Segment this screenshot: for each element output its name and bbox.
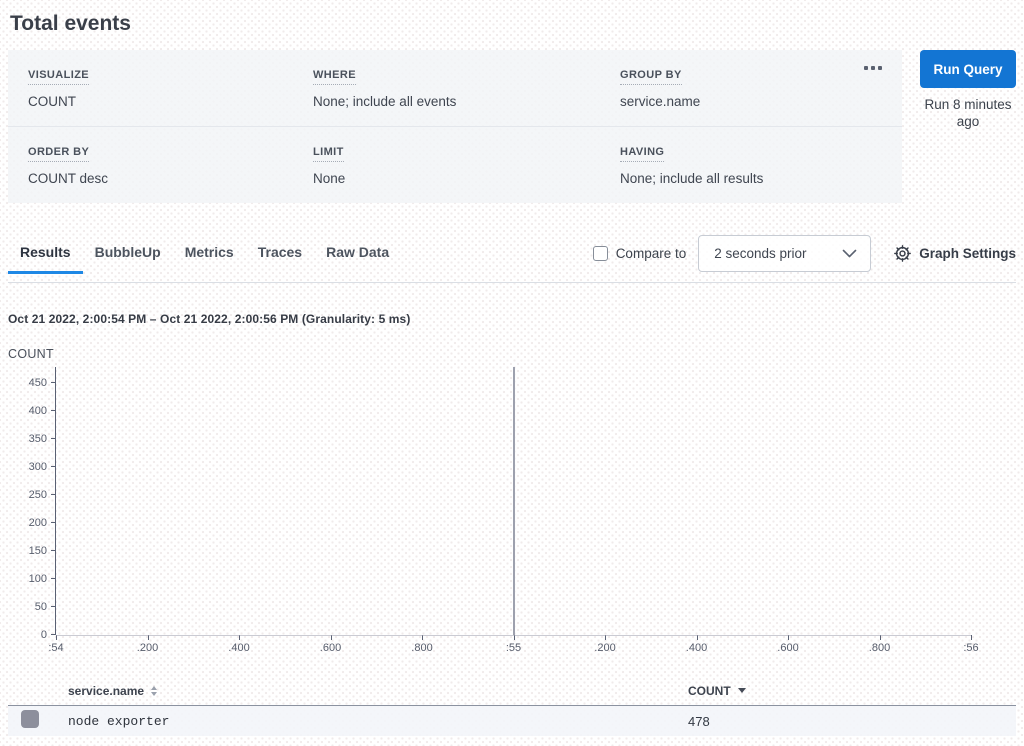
compare-to-label: Compare to: [616, 246, 687, 261]
y-axis-tick-mark: [51, 382, 56, 383]
y-axis-tick-mark: [51, 494, 56, 495]
y-axis-tick-mark: [51, 438, 56, 439]
x-axis-tick-label: .400: [228, 642, 249, 654]
tabs: Results BubbleUp Metrics Traces Raw Data: [8, 244, 401, 273]
results-tab-bar: Results BubbleUp Metrics Traces Raw Data…: [8, 235, 1016, 283]
y-axis-tick-label: 50: [35, 601, 47, 613]
compare-to-checkbox[interactable]: [593, 246, 608, 261]
series-color-swatch: [21, 710, 39, 728]
chart-plot: 050100150200250300350400450:54.200.400.6…: [55, 367, 971, 635]
x-axis-tick-label: .200: [594, 642, 615, 654]
table-header-row: service.name COUNT: [8, 676, 1016, 705]
tab-results[interactable]: Results: [8, 244, 83, 274]
compare-range-value: 2 seconds prior: [714, 246, 806, 261]
query-actions: Run Query Run 8 minutes ago: [920, 50, 1016, 131]
y-axis-tick-mark: [51, 410, 56, 411]
x-axis-tick-label: .800: [869, 642, 890, 654]
y-axis-tick-label: 350: [29, 433, 47, 445]
tab-traces[interactable]: Traces: [246, 244, 314, 274]
table-row[interactable]: node exporter 478: [8, 706, 1016, 736]
sort-toggle-icon[interactable]: [151, 686, 157, 696]
y-axis-tick-mark: [51, 606, 56, 607]
y-axis-tick-label: 450: [29, 377, 47, 389]
page-title: Total events: [10, 12, 1016, 36]
run-query-button[interactable]: Run Query: [920, 50, 1016, 88]
x-axis-tick-label: :54: [48, 642, 63, 654]
time-range-text: Oct 21 2022, 2:00:54 PM – Oct 21 2022, 2…: [8, 312, 1016, 326]
query-menu-kebab-icon[interactable]: [860, 62, 886, 74]
x-axis-tick-label: :55: [506, 642, 521, 654]
y-axis-tick-label: 200: [29, 517, 47, 529]
y-axis-tick-label: 400: [29, 405, 47, 417]
series-spike: [513, 367, 515, 635]
results-summary-table: service.name COUNT node exporter 478: [8, 676, 1016, 736]
x-axis-tick-label: .600: [320, 642, 341, 654]
visualize-clause[interactable]: VISUALIZE COUNT: [28, 65, 313, 109]
query-builder-panel: VISUALIZE COUNT WHERE None; include all …: [8, 50, 902, 203]
y-axis-tick-label: 0: [41, 629, 47, 641]
y-axis-tick-label: 100: [29, 573, 47, 585]
sort-desc-icon[interactable]: [738, 688, 746, 693]
gear-icon: [893, 244, 912, 263]
order-by-clause[interactable]: ORDER BY COUNT desc: [28, 142, 313, 186]
column-header-count[interactable]: COUNT: [680, 684, 1016, 698]
graph-settings-label: Graph Settings: [919, 246, 1016, 261]
y-axis-tick-label: 150: [29, 545, 47, 557]
x-axis-tick-label: .200: [137, 642, 158, 654]
compare-range-select[interactable]: 2 seconds prior: [698, 235, 871, 272]
order-by-value[interactable]: COUNT desc: [28, 171, 313, 186]
tab-metrics[interactable]: Metrics: [173, 244, 246, 274]
where-clause[interactable]: WHERE None; include all events: [313, 65, 620, 109]
tab-bubbleup[interactable]: BubbleUp: [83, 244, 173, 274]
query-builder-row-1: VISUALIZE COUNT WHERE None; include all …: [8, 50, 902, 126]
tab-raw-data[interactable]: Raw Data: [314, 244, 401, 274]
limit-value[interactable]: None: [313, 171, 620, 186]
chart-axis-title: COUNT: [8, 347, 1016, 361]
graph-controls: Compare to 2 seconds prior Graph Setting…: [593, 235, 1016, 282]
graph-settings-button[interactable]: Graph Settings: [893, 244, 1016, 263]
having-value[interactable]: None; include all results: [620, 171, 882, 186]
count-cell: 478: [680, 714, 1016, 729]
y-axis-tick-label: 250: [29, 489, 47, 501]
x-axis-tick-label: .400: [686, 642, 707, 654]
where-value[interactable]: None; include all events: [313, 94, 620, 109]
limit-clause[interactable]: LIMIT None: [313, 142, 620, 186]
x-axis-tick-mark: [971, 635, 972, 640]
order-by-label: ORDER BY: [28, 146, 89, 162]
service-name-cell: node exporter: [52, 714, 680, 729]
y-axis-tick-mark: [51, 522, 56, 523]
y-axis-tick-label: 300: [29, 461, 47, 473]
y-axis-tick-mark: [51, 578, 56, 579]
group-by-clause[interactable]: GROUP BY service.name: [620, 65, 882, 109]
x-axis-tick-label: :56: [963, 642, 978, 654]
query-section: VISUALIZE COUNT WHERE None; include all …: [8, 50, 1016, 203]
count-chart[interactable]: 0 50 100 150 200 250 300 350 400 450 :54 .200 .400 .6…: [8, 362, 1016, 659]
where-label: WHERE: [313, 69, 356, 85]
visualize-label: VISUALIZE: [28, 69, 89, 85]
visualize-value[interactable]: COUNT: [28, 94, 313, 109]
group-by-value[interactable]: service.name: [620, 94, 882, 109]
last-run-status: Run 8 minutes ago: [920, 97, 1016, 131]
y-axis-tick-mark: [51, 550, 56, 551]
table-body: node exporter 478: [8, 705, 1016, 736]
having-clause[interactable]: HAVING None; include all results: [620, 142, 882, 186]
column-header-service-name[interactable]: service.name: [52, 684, 680, 698]
x-axis-tick-label: .800: [411, 642, 432, 654]
y-axis-tick-mark: [51, 466, 56, 467]
query-builder-row-2: ORDER BY COUNT desc LIMIT None HAVING No…: [8, 126, 902, 203]
chevron-down-icon: [842, 249, 857, 258]
having-label: HAVING: [620, 146, 664, 162]
x-axis-tick-label: .600: [777, 642, 798, 654]
group-by-label: GROUP BY: [620, 69, 682, 85]
limit-label: LIMIT: [313, 146, 344, 162]
